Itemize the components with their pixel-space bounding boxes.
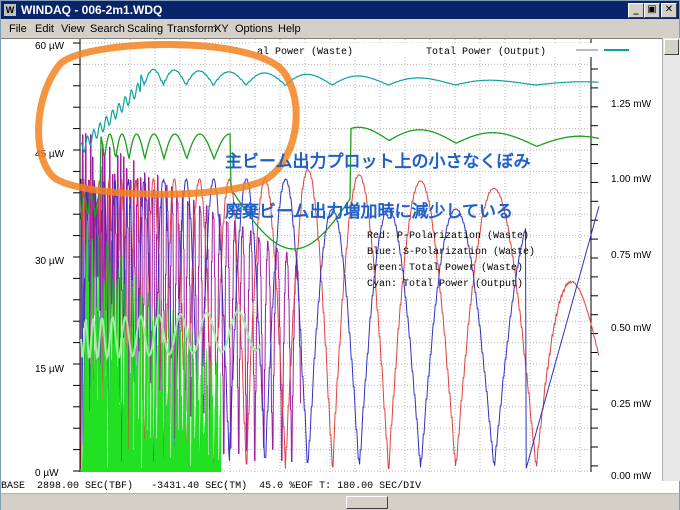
right-axis-label: 0.50 mW <box>611 323 652 334</box>
menu-search[interactable]: Search <box>90 20 125 38</box>
annotation-line2: 廃棄ビーム出力増加時に減少している <box>225 201 513 222</box>
header-legend-waste: al Power (Waste) <box>257 46 353 58</box>
menu-help[interactable]: Help <box>278 20 301 38</box>
status-bar: BASE 2898.00 SEC(TBF) -3431.40 SEC(TM) 4… <box>1 481 679 493</box>
scroll-up-button[interactable] <box>664 39 679 55</box>
waveform-svg: 60 µW 45 µW 30 µW 15 µW 0 µW 1.25 mW 1.0… <box>35 39 652 482</box>
left-axis-label: 0 µW <box>35 468 59 479</box>
menu-scaling[interactable]: Scaling <box>127 20 163 38</box>
right-axis-ticks <box>591 68 598 467</box>
menu-edit[interactable]: Edit <box>35 20 54 38</box>
menu-file[interactable]: File <box>9 20 27 38</box>
horizontal-scroll-thumb[interactable] <box>346 496 388 509</box>
right-axis-label: 1.00 mW <box>611 174 652 185</box>
windaq-app-icon[interactable]: W <box>4 4 16 16</box>
right-axis-label: 0.25 mW <box>611 399 652 410</box>
menu-transform[interactable]: Transform <box>167 20 217 38</box>
status-base: BASE <box>1 481 26 492</box>
annotation-line1: 主ビーム出力プロット上の小さなくぼみ <box>225 151 531 172</box>
horizontal-scrollbar[interactable] <box>1 493 679 510</box>
close-button[interactable]: ✕ <box>661 3 677 18</box>
left-axis-label: 30 µW <box>35 256 65 267</box>
right-axis-label: 0.75 mW <box>611 250 652 261</box>
windaq-window: W WINDAQ - 006-2m1.WDQ _ ▣ ✕ File Edit V… <box>0 0 680 510</box>
legend-blue: Blue: S-Polarization (Waste) <box>367 246 535 258</box>
menu-xy[interactable]: XY <box>214 20 229 38</box>
left-axis-label: 60 µW <box>35 41 65 52</box>
legend-cyan: Cyan: Total Power (Output) <box>367 278 523 290</box>
left-axis-ticks <box>73 42 80 472</box>
status-t: T: 180.00 SEC/DIV <box>319 481 422 492</box>
legend-red: Red: P-Polarization (Waste) <box>367 230 529 242</box>
status-tbf: 2898.00 SEC(TBF) <box>37 481 134 492</box>
right-axis-label: 1.25 mW <box>611 99 652 110</box>
left-axis-label: 15 µW <box>35 364 65 375</box>
header-legend-output: Total Power (Output) <box>426 46 546 58</box>
waveform-plot-area[interactable]: 60 µW 45 µW 30 µW 15 µW 0 µW 1.25 mW 1.0… <box>1 38 662 482</box>
menu-view[interactable]: View <box>61 20 85 38</box>
minimize-button[interactable]: _ <box>628 3 644 18</box>
menu-bar: File Edit View Search Scaling Transform … <box>1 20 679 38</box>
menu-options[interactable]: Options <box>235 20 273 38</box>
vertical-scrollbar[interactable] <box>662 38 680 481</box>
window-title: WINDAQ - 006-2m1.WDQ <box>21 3 163 17</box>
title-bar: W WINDAQ - 006-2m1.WDQ _ ▣ ✕ <box>1 1 679 19</box>
legend-green: Green: Total Power (Waste) <box>367 262 523 274</box>
status-eof: 45.0 %EOF <box>259 481 314 492</box>
restore-button[interactable]: ▣ <box>644 3 660 18</box>
status-tm: -3431.40 SEC(TM) <box>151 481 248 492</box>
